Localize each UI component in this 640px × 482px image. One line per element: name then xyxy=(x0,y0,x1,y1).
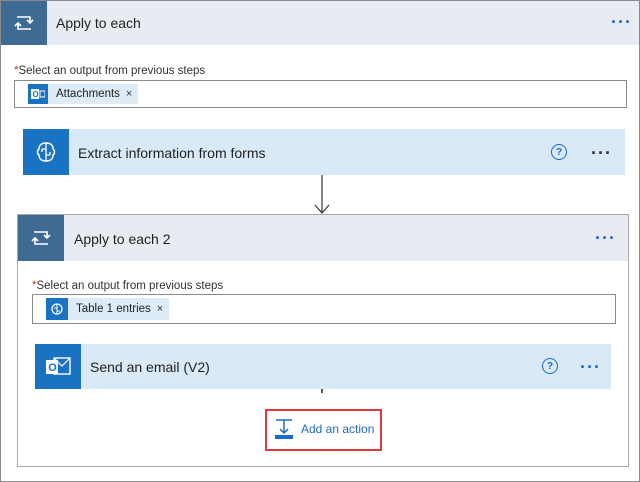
svg-text:O: O xyxy=(48,362,57,374)
flow-canvas: Apply to each ··· *Select an output from… xyxy=(0,0,640,482)
help-icon[interactable]: ? xyxy=(551,144,567,160)
inner-loop-container: Apply to each 2 ··· *Select an output fr… xyxy=(17,214,629,467)
table-entries-token-label: Table 1 entries xyxy=(76,303,151,315)
loop-icon xyxy=(31,231,51,245)
add-action-icon xyxy=(275,419,293,439)
inner-select-label-text: Select an output from previous steps xyxy=(36,280,224,292)
send-email-title: Send an email (V2) xyxy=(90,359,210,375)
outlook-mail-icon: O xyxy=(35,344,81,389)
inner-select-label: *Select an output from previous steps xyxy=(32,280,223,292)
outer-loop-more-icon[interactable]: ··· xyxy=(611,13,632,31)
inner-loop-header[interactable]: Apply to each 2 ··· xyxy=(18,215,628,261)
add-action-button[interactable]: Add an action xyxy=(273,418,374,440)
down-arrow-icon xyxy=(314,175,330,214)
inner-loop-title: Apply to each 2 xyxy=(74,231,171,247)
remove-icon[interactable]: × xyxy=(157,303,163,315)
outer-loop-title: Apply to each xyxy=(56,15,141,31)
ai-brain-icon xyxy=(36,142,56,162)
help-icon[interactable]: ? xyxy=(542,358,558,374)
add-action-label: Add an action xyxy=(301,422,375,436)
table-entries-token[interactable]: Table 1 entries × xyxy=(46,298,170,320)
svg-text:O: O xyxy=(33,90,39,99)
outer-select-field[interactable]: O Attachments × xyxy=(14,80,627,108)
outer-loop-icon-tile xyxy=(1,1,47,45)
extract-information-card[interactable]: Extract information from forms ? ··· xyxy=(23,129,625,175)
remove-icon[interactable]: × xyxy=(126,88,132,100)
send-email-more-icon[interactable]: ··· xyxy=(580,358,601,376)
loop-icon xyxy=(14,16,34,30)
extract-information-title: Extract information from forms xyxy=(78,145,266,161)
outlook-icon: O xyxy=(28,84,48,104)
ai-builder-icon xyxy=(46,298,68,320)
outer-select-label-text: Select an output from previous steps xyxy=(18,65,206,77)
outer-loop-header[interactable]: Apply to each ··· xyxy=(1,1,639,45)
ai-builder-icon xyxy=(23,129,69,175)
connector-dot xyxy=(321,389,323,393)
extract-more-icon[interactable]: ··· xyxy=(591,144,612,162)
attachments-token[interactable]: O Attachments × xyxy=(28,84,139,104)
inner-loop-more-icon[interactable]: ··· xyxy=(595,229,616,247)
attachments-token-label: Attachments xyxy=(56,88,120,100)
outer-select-label: *Select an output from previous steps xyxy=(14,65,205,77)
send-email-card[interactable]: O Send an email (V2) ? ··· xyxy=(35,344,611,389)
inner-loop-icon-tile xyxy=(18,215,64,261)
inner-select-field[interactable]: Table 1 entries × xyxy=(32,294,616,324)
